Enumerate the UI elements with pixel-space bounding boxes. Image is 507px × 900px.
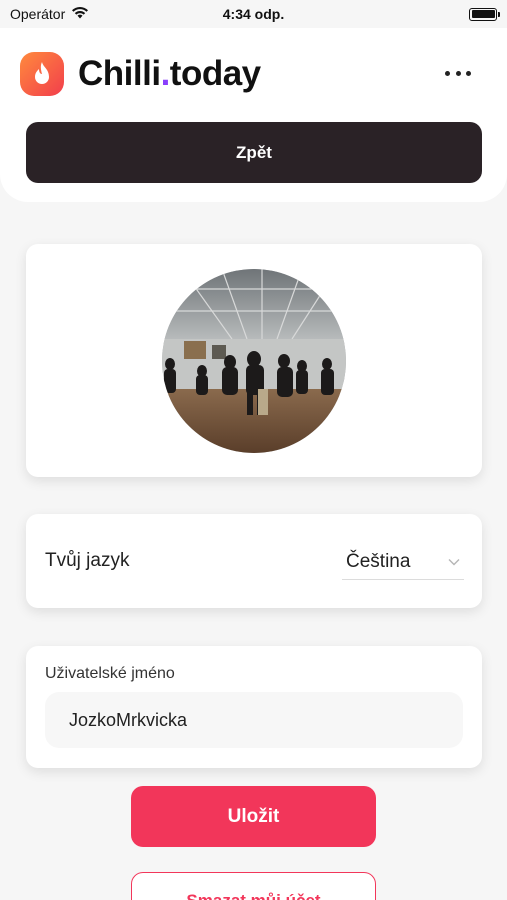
- logo-text: Chilli.today: [78, 54, 261, 94]
- username-input[interactable]: [45, 692, 463, 748]
- language-label: Tvůj jazyk: [45, 550, 130, 571]
- app-logo[interactable]: Chilli.today: [20, 52, 261, 96]
- status-bar: Operátor 4:34 odp.: [0, 0, 507, 28]
- logo-text-dot: .: [160, 54, 171, 93]
- save-button-label: Uložit: [227, 805, 280, 827]
- chevron-down-icon: [448, 553, 460, 571]
- username-label: Uživatelské jméno: [45, 665, 175, 682]
- back-button[interactable]: Zpět: [26, 122, 482, 183]
- wifi-icon: [71, 6, 89, 22]
- logo-text-main: Chilli: [78, 54, 161, 93]
- flame-icon: [20, 52, 64, 96]
- language-selected-value: Čeština: [346, 550, 411, 572]
- delete-account-button-label: Smazat můj účet: [186, 891, 320, 900]
- language-select[interactable]: Čeština: [342, 544, 464, 580]
- battery-level: [471, 10, 495, 18]
- header: Chilli.today Zpět: [0, 28, 507, 202]
- language-card: Tvůj jazyk Čeština: [26, 514, 482, 608]
- carrier-name: Operátor: [10, 6, 66, 22]
- profile-photo[interactable]: [162, 269, 346, 453]
- avatar-card: [26, 244, 482, 477]
- more-options-icon[interactable]: [445, 66, 471, 80]
- save-button[interactable]: Uložit: [131, 786, 376, 847]
- status-left: Operátor: [10, 6, 89, 22]
- delete-account-button[interactable]: Smazat můj účet: [131, 872, 376, 900]
- username-card: Uživatelské jméno: [26, 646, 482, 768]
- logo-text-suffix: today: [169, 54, 261, 93]
- back-button-label: Zpět: [236, 142, 272, 162]
- battery-icon: [469, 7, 500, 21]
